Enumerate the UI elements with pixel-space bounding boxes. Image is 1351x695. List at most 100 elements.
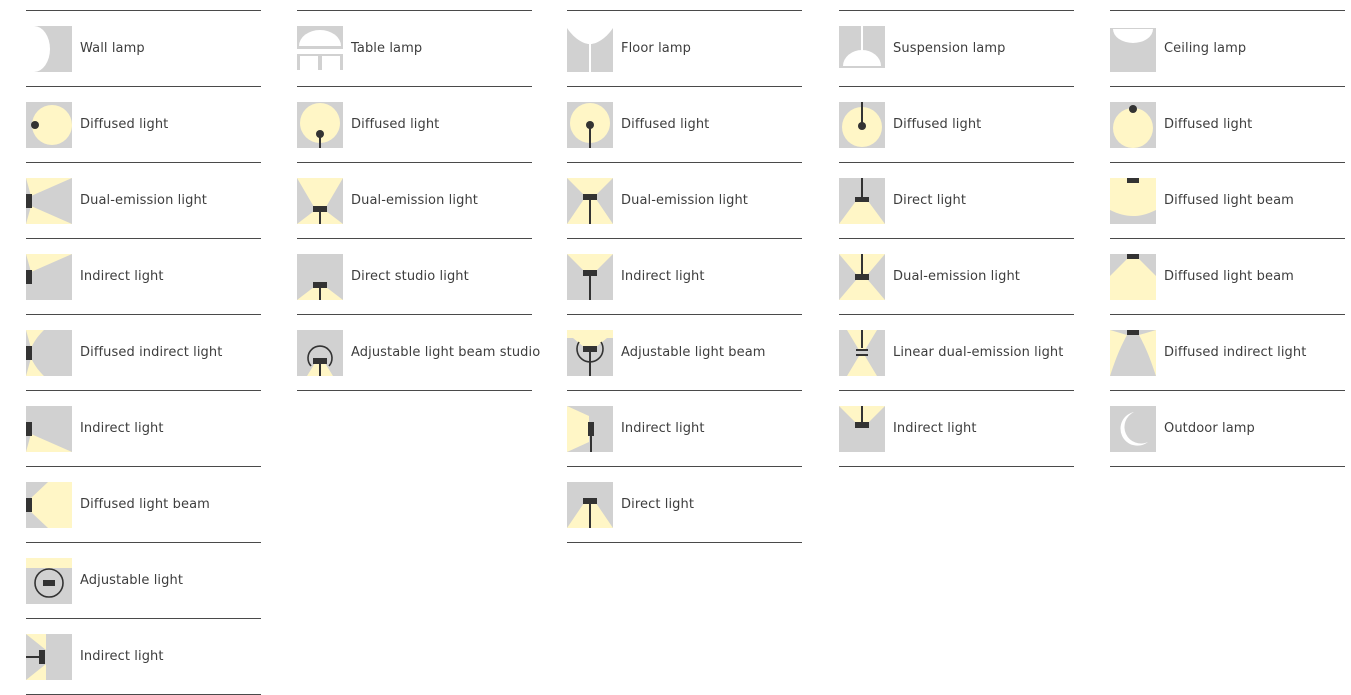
diffused-light-icon — [26, 101, 72, 148]
legend-item: Indirect light — [26, 391, 261, 467]
legend-item: Indirect light — [26, 239, 261, 315]
legend-item: Diffused light — [297, 87, 532, 163]
legend-item: Diffused indirect light — [26, 315, 261, 391]
diffused-light-icon — [297, 101, 343, 148]
indirect-light-icon — [26, 253, 72, 300]
legend-item: Dual-emission light — [567, 163, 802, 239]
legend-item-label: Table lamp — [351, 41, 423, 56]
legend-item-label: Diffused light — [80, 117, 169, 132]
legend-item-label: Dual-emission light — [80, 193, 207, 208]
legend-item: Diffused light — [839, 87, 1074, 163]
legend-item: Direct studio light — [297, 239, 532, 315]
column-wall-lamps: Wall lamp Diffused light Dual-emission lig… — [26, 10, 261, 695]
suspension-lamp-icon — [839, 25, 885, 72]
legend-item: Diffused light beam — [26, 467, 261, 543]
legend-item: Adjustable light — [26, 543, 261, 619]
legend-item-label: Suspension lamp — [893, 41, 1006, 56]
legend-item-label: Diffused light — [1164, 117, 1253, 132]
table-lamp-icon — [297, 25, 343, 72]
adjustable-light-beam-icon — [567, 329, 613, 376]
legend-item-label: Indirect light — [621, 269, 705, 284]
legend-item-label: Diffused indirect light — [80, 345, 223, 360]
column-ceiling-lamps: Ceiling lamp Diffused light Diffused light… — [1110, 10, 1345, 467]
legend-item-label: Diffused light beam — [80, 497, 210, 512]
column-suspension-lamps: Suspension lamp Diffused light Direct ligh… — [839, 10, 1074, 467]
legend-item: Adjustable light beam studio — [297, 315, 540, 391]
legend-item-label: Indirect light — [893, 421, 977, 436]
legend-item-label: Direct light — [621, 497, 695, 512]
legend-item-label: Dual-emission light — [893, 269, 1020, 284]
legend-item: Table lamp — [297, 11, 532, 87]
legend-item-label: Indirect light — [621, 421, 705, 436]
legend-item-label: Diffused light beam — [1164, 193, 1294, 208]
legend-item-label: Diffused light — [893, 117, 982, 132]
dual-emission-light-icon — [567, 177, 613, 224]
legend-item-label: Adjustable light — [80, 573, 184, 588]
diffused-light-beam-icon — [1110, 253, 1156, 300]
legend-item-label: Dual-emission light — [351, 193, 478, 208]
legend-item: Diffused light beam — [1110, 239, 1345, 315]
indirect-light-icon — [567, 405, 613, 452]
outdoor-lamp-icon — [1110, 405, 1156, 452]
legend-item-label: Adjustable light beam — [621, 345, 766, 360]
indirect-light-icon — [26, 633, 72, 680]
legend-item: Diffused light — [567, 87, 802, 163]
legend-item-label: Diffused light beam — [1164, 269, 1294, 284]
legend-item-label: Linear dual-emission light — [893, 345, 1064, 360]
diffused-light-icon — [839, 101, 885, 148]
legend-item: Diffused light — [1110, 87, 1345, 163]
adjustable-light-icon — [26, 557, 72, 604]
dual-emission-light-icon — [26, 177, 72, 224]
indirect-light-icon — [839, 405, 885, 452]
legend-item-label: Dual-emission light — [621, 193, 748, 208]
legend-item-label: Adjustable light beam studio — [351, 345, 541, 360]
legend-item: Wall lamp — [26, 11, 261, 87]
legend-item-label: Ceiling lamp — [1164, 41, 1247, 56]
ceiling-lamp-icon — [1110, 25, 1156, 72]
diffused-light-icon — [567, 101, 613, 148]
legend-item: Dual-emission light — [26, 163, 261, 239]
legend-item-label: Direct studio light — [351, 269, 469, 284]
adjustable-light-beam-studio-icon — [297, 329, 343, 376]
legend-item-label: Diffused light — [621, 117, 710, 132]
indirect-light-icon — [567, 253, 613, 300]
legend-item: Dual-emission light — [297, 163, 532, 239]
legend-item: Direct light — [567, 467, 802, 543]
legend-item: Direct light — [839, 163, 1074, 239]
diffused-indirect-light-icon — [26, 329, 72, 376]
floor-lamp-icon — [567, 25, 613, 72]
legend-item: Indirect light — [567, 239, 802, 315]
legend-item-label: Direct light — [893, 193, 967, 208]
legend-item: Indirect light — [567, 391, 802, 467]
diffused-indirect-light-icon — [1110, 329, 1156, 376]
legend-item: Adjustable light beam — [567, 315, 802, 391]
legend-item-label: Floor lamp — [621, 41, 691, 56]
column-floor-lamps: Floor lamp Diffused light Dual-emission li… — [567, 10, 802, 543]
legend-item: Diffused light — [26, 87, 261, 163]
legend-item: Suspension lamp — [839, 11, 1074, 87]
legend-item-label: Wall lamp — [80, 41, 145, 56]
direct-light-icon — [567, 481, 613, 528]
legend-item: Ceiling lamp — [1110, 11, 1345, 87]
direct-studio-light-icon — [297, 253, 343, 300]
legend-item-label: Diffused indirect light — [1164, 345, 1307, 360]
legend-item: Indirect light — [26, 619, 261, 695]
legend-item-label: Indirect light — [80, 649, 164, 664]
legend-item-label: Diffused light — [351, 117, 440, 132]
wall-lamp-icon — [26, 25, 72, 72]
legend-item: Dual-emission light — [839, 239, 1074, 315]
legend-item: Diffused indirect light — [1110, 315, 1345, 391]
diffused-light-beam-icon — [26, 481, 72, 528]
diffused-light-beam-icon — [1110, 177, 1156, 224]
dual-emission-light-icon — [297, 177, 343, 224]
legend-item: Diffused light beam — [1110, 163, 1345, 239]
diffused-light-icon — [1110, 101, 1156, 148]
linear-dual-emission-light-icon — [839, 329, 885, 376]
legend-item-label: Indirect light — [80, 269, 164, 284]
legend-item-label: Outdoor lamp — [1164, 421, 1255, 436]
dual-emission-light-icon — [839, 253, 885, 300]
column-table-lamps: Table lamp Diffused light Dual-emission li… — [297, 10, 540, 391]
legend-item: Outdoor lamp — [1110, 391, 1345, 467]
direct-light-icon — [839, 177, 885, 224]
legend-item-label: Indirect light — [80, 421, 164, 436]
